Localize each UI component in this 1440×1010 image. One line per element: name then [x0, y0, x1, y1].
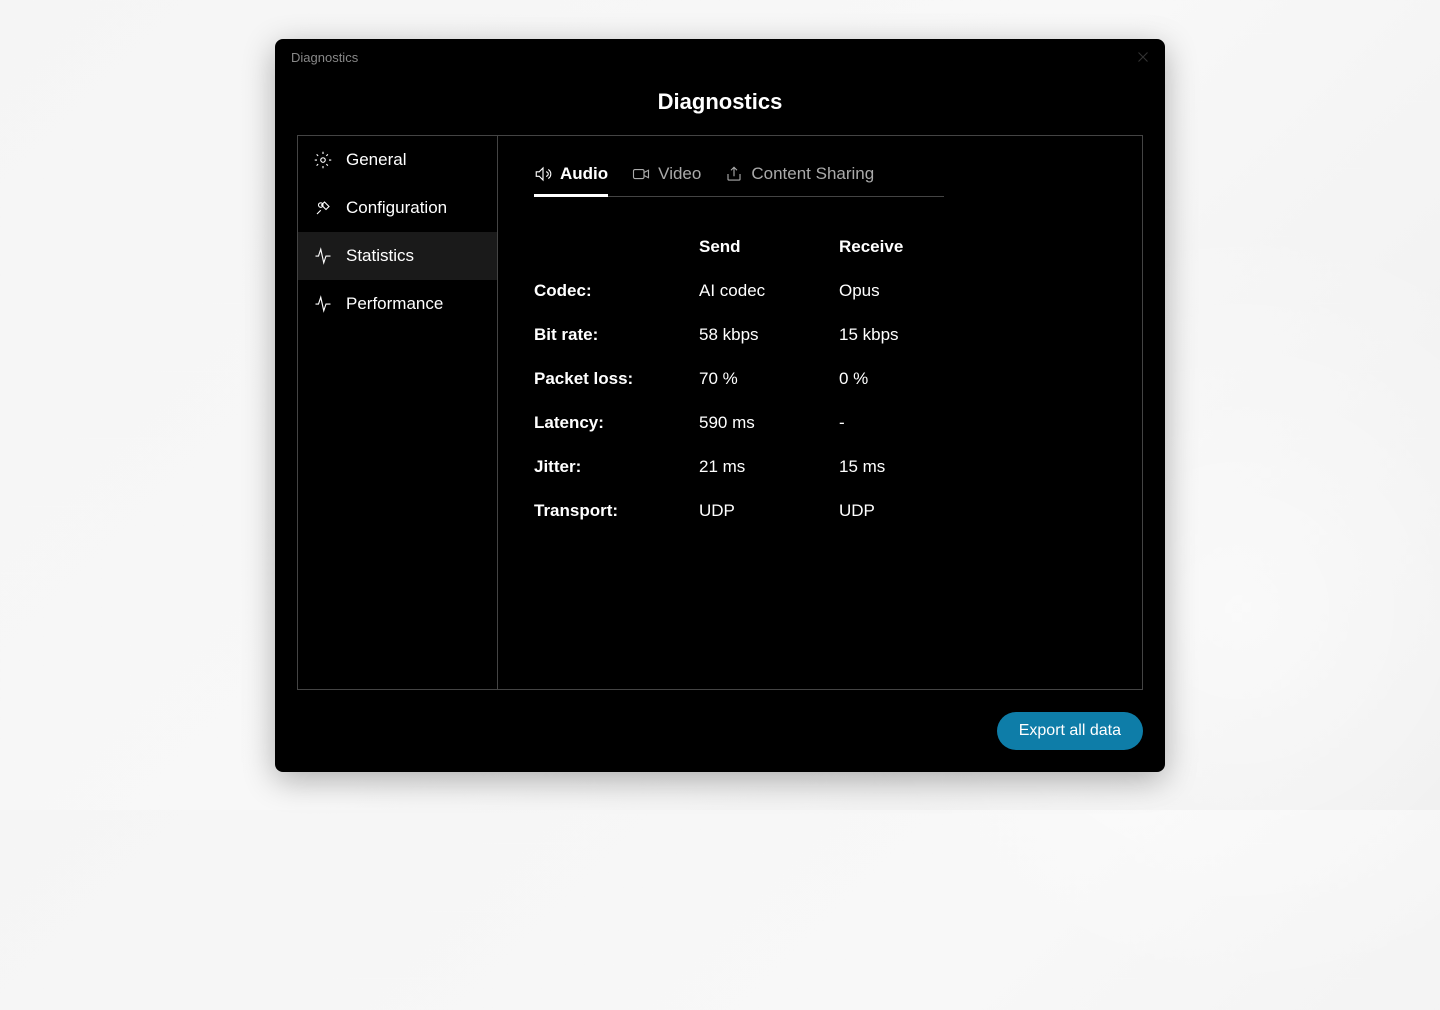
sidebar-item-label: General	[346, 150, 406, 170]
sidebar-item-general[interactable]: General	[298, 136, 497, 184]
stat-receive-value: UDP	[839, 501, 875, 521]
stat-receive-value: 0 %	[839, 369, 868, 389]
sidebar-item-label: Statistics	[346, 246, 414, 266]
stat-send-value: AI codec	[699, 281, 839, 301]
page-title: Diagnostics	[275, 89, 1165, 115]
activity-icon	[314, 247, 332, 265]
tab-audio[interactable]: Audio	[534, 160, 608, 196]
tab-label: Content Sharing	[751, 164, 874, 184]
close-button[interactable]	[1133, 47, 1153, 67]
stat-label: Jitter:	[534, 457, 699, 477]
titlebar-title: Diagnostics	[291, 50, 358, 65]
stat-send-value: 590 ms	[699, 413, 839, 433]
stat-label: Codec:	[534, 281, 699, 301]
video-icon	[632, 165, 650, 183]
table-header-send: Send	[699, 237, 839, 257]
stats-table: Send Receive Codec: AI codec Opus Bit ra…	[534, 225, 1106, 533]
tab-label: Audio	[560, 164, 608, 184]
stat-send-value: UDP	[699, 501, 839, 521]
sidebar: General Configuration Statistics Perform…	[298, 136, 498, 689]
export-all-data-button[interactable]: Export all data	[997, 712, 1143, 750]
table-row: Bit rate: 58 kbps 15 kbps	[534, 313, 1106, 357]
diagnostics-dialog: Diagnostics Diagnostics General Configur…	[275, 39, 1165, 772]
gear-icon	[314, 151, 332, 169]
dialog-header: Diagnostics	[275, 77, 1165, 135]
stat-label: Packet loss:	[534, 369, 699, 389]
activity-icon	[314, 295, 332, 313]
titlebar: Diagnostics	[275, 39, 1165, 77]
sidebar-item-configuration[interactable]: Configuration	[298, 184, 497, 232]
table-row: Latency: 590 ms -	[534, 401, 1106, 445]
tab-video[interactable]: Video	[632, 160, 701, 196]
stat-send-value: 70 %	[699, 369, 839, 389]
stat-label: Bit rate:	[534, 325, 699, 345]
tab-content-sharing[interactable]: Content Sharing	[725, 160, 874, 196]
tools-icon	[314, 199, 332, 217]
sidebar-item-performance[interactable]: Performance	[298, 280, 497, 328]
stat-receive-value: Opus	[839, 281, 880, 301]
table-row: Packet loss: 70 % 0 %	[534, 357, 1106, 401]
stat-receive-value: 15 ms	[839, 457, 885, 477]
stat-label: Latency:	[534, 413, 699, 433]
table-row: Transport: UDP UDP	[534, 489, 1106, 533]
main-panel: Audio Video Content Sharing	[498, 136, 1142, 689]
table-row: Codec: AI codec Opus	[534, 269, 1106, 313]
sidebar-item-statistics[interactable]: Statistics	[298, 232, 497, 280]
stat-label: Transport:	[534, 501, 699, 521]
dialog-footer: Export all data	[275, 712, 1165, 772]
content-area: General Configuration Statistics Perform…	[297, 135, 1143, 690]
stat-receive-value: -	[839, 413, 845, 433]
speaker-icon	[534, 165, 552, 183]
tab-label: Video	[658, 164, 701, 184]
table-header-empty	[534, 237, 699, 257]
table-header-row: Send Receive	[534, 225, 1106, 269]
table-row: Jitter: 21 ms 15 ms	[534, 445, 1106, 489]
stat-receive-value: 15 kbps	[839, 325, 899, 345]
stat-send-value: 21 ms	[699, 457, 839, 477]
tab-bar: Audio Video Content Sharing	[534, 160, 944, 197]
sidebar-item-label: Performance	[346, 294, 443, 314]
share-icon	[725, 165, 743, 183]
stat-send-value: 58 kbps	[699, 325, 839, 345]
table-header-receive: Receive	[839, 237, 903, 257]
sidebar-item-label: Configuration	[346, 198, 447, 218]
